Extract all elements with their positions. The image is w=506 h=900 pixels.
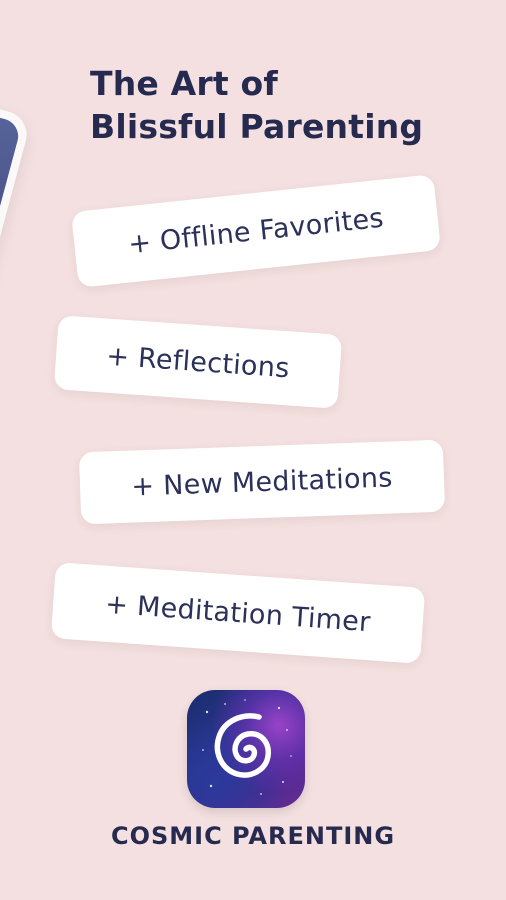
spiral-galaxy-icon bbox=[187, 690, 305, 808]
phone-screen-starfield bbox=[0, 70, 23, 563]
headline-line-1: The Art of bbox=[90, 64, 278, 103]
brand-name: COSMIC PARENTING bbox=[110, 822, 396, 850]
feature-new-meditations: + New Meditations bbox=[78, 439, 446, 525]
headline: The Art of Blissful Parenting bbox=[90, 62, 470, 148]
feature-reflections: + Reflections bbox=[53, 315, 343, 409]
feature-offline-favorites: + Offline Favorites bbox=[71, 174, 441, 288]
phone-mockup-edge bbox=[0, 60, 32, 572]
headline-line-2: Blissful Parenting bbox=[90, 107, 424, 146]
feature-meditation-timer: + Meditation Timer bbox=[50, 562, 426, 664]
